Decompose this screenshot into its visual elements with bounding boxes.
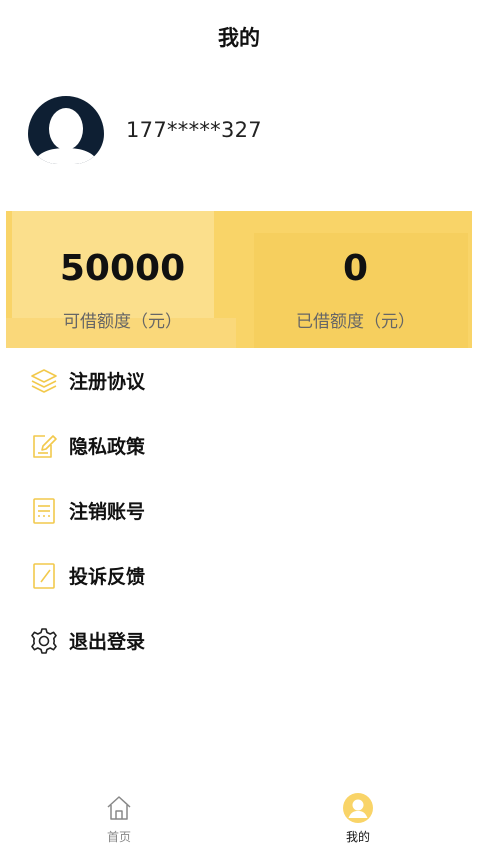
available-quota-label: 可借额度（元） <box>63 312 182 332</box>
tab-mine-label: 我的 <box>345 830 370 844</box>
menu-item-register-agreement[interactable]: 注册协议 <box>0 348 478 413</box>
menu-item-logout[interactable]: 退出登录 <box>0 608 478 673</box>
gear-icon <box>28 625 60 657</box>
avatar[interactable] <box>28 96 104 164</box>
profile-section: 177*****327 <box>28 96 262 164</box>
bottom-tab-bar: 首页 我的 <box>0 786 478 850</box>
menu-item-complaint-feedback[interactable]: 投诉反馈 <box>0 543 478 608</box>
document-icon <box>28 495 60 527</box>
menu-item-cancel-account[interactable]: 注销账号 <box>0 478 478 543</box>
user-icon <box>318 792 398 824</box>
home-icon <box>79 792 159 824</box>
edit-note-icon <box>28 430 60 462</box>
tab-mine[interactable]: 我的 <box>318 792 398 845</box>
menu-item-label: 退出登录 <box>69 631 146 653</box>
phone-number: 177*****327 <box>126 118 262 142</box>
page-title: 我的 <box>218 26 260 50</box>
quota-card: 50000 可借额度（元） 0 已借额度（元） <box>6 211 472 348</box>
borrowed-quota-value: 0 <box>342 248 369 289</box>
tab-home-label: 首页 <box>106 830 131 844</box>
tab-home[interactable]: 首页 <box>79 792 159 845</box>
borrowed-quota: 0 已借额度（元） <box>239 245 472 332</box>
menu-item-label: 投诉反馈 <box>69 566 146 588</box>
available-quota: 50000 可借额度（元） <box>6 245 239 332</box>
menu-item-label: 注销账号 <box>69 501 146 523</box>
avatar-user-icon <box>28 96 104 164</box>
menu-item-label: 隐私政策 <box>69 436 146 458</box>
settings-menu: 注册协议 隐私政策 注销账号 投诉反馈 退出登录 <box>0 348 478 673</box>
layers-icon <box>28 365 60 397</box>
pencil-note-icon <box>28 560 60 592</box>
available-quota-value: 50000 <box>59 248 186 289</box>
borrowed-quota-label: 已借额度（元） <box>296 312 415 332</box>
menu-item-label: 注册协议 <box>69 371 146 393</box>
menu-item-privacy-policy[interactable]: 隐私政策 <box>0 413 478 478</box>
